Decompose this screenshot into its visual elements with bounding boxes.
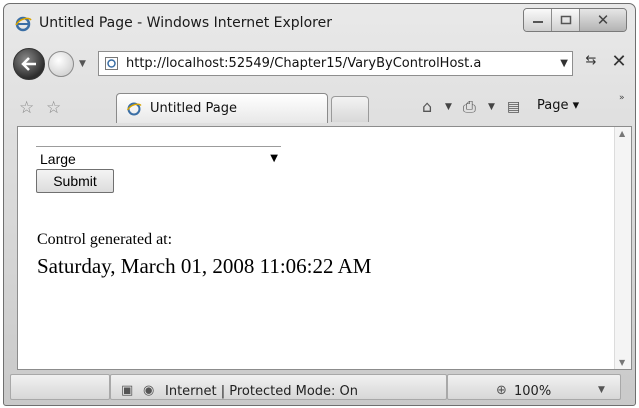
print-icon[interactable]: ⎙: [463, 97, 476, 117]
scroll-down-icon[interactable]: ▼: [619, 358, 625, 367]
maximize-button[interactable]: [552, 9, 580, 31]
caption-buttons: ✕: [523, 8, 627, 32]
page-content: Large ▼ Submit Control generated at: Sat…: [17, 126, 632, 370]
page-icon: ▤: [507, 99, 521, 115]
minimize-icon: [532, 21, 543, 23]
ie-logo-icon: [15, 16, 32, 32]
back-button[interactable]: [13, 48, 45, 80]
tab-label: Untitled Page: [150, 101, 238, 116]
stop-icon[interactable]: ✕: [608, 51, 630, 75]
address-dropdown-icon[interactable]: ▼: [560, 58, 568, 69]
generated-label: Control generated at:: [37, 231, 173, 248]
size-select-value: Large: [40, 151, 76, 167]
recent-pages-dropdown-icon[interactable]: ▼: [79, 59, 86, 69]
generated-timestamp: Saturday, March 01, 2008 11:06:22 AM: [37, 254, 372, 278]
forward-icon[interactable]: [48, 51, 74, 77]
status-bar: ▣ ◉ Internet | Protected Mode: On ⊕ 100%…: [4, 371, 635, 405]
close-button[interactable]: ✕: [580, 9, 626, 31]
chevron-down-icon[interactable]: ▼: [270, 153, 278, 164]
back-icon: [21, 57, 36, 71]
globe-icon: ◉: [143, 383, 155, 398]
add-favorites-icon[interactable]: ☆: [46, 98, 61, 118]
window-title: Untitled Page - Windows Internet Explore…: [39, 15, 332, 31]
security-report-icon: ▣: [121, 383, 134, 398]
toolbar-overflow-icon[interactable]: »: [619, 93, 625, 103]
new-tab-button[interactable]: [331, 96, 369, 122]
zoom-icon: ⊕: [496, 383, 507, 398]
address-url: http://localhost:52549/Chapter15/VaryByC…: [126, 56, 482, 71]
security-zone: Internet | Protected Mode: On: [165, 384, 359, 399]
tab-ie-icon: [126, 102, 142, 116]
close-icon: ✕: [596, 11, 610, 29]
navigation-bar: ▼ http://localhost:52549/Chapter15/VaryB…: [4, 44, 635, 84]
status-zoom-segment[interactable]: ⊕ 100% ▼: [447, 374, 621, 400]
vertical-scrollbar[interactable]: ▲ ▼: [614, 127, 631, 369]
tab-untitled-page[interactable]: Untitled Page: [116, 93, 328, 123]
page-menu-label: Page: [537, 98, 569, 113]
print-dropdown-icon[interactable]: ▼: [488, 102, 495, 112]
home-dropdown-icon[interactable]: ▼: [445, 102, 452, 112]
browser-window: Untitled Page - Windows Internet Explore…: [3, 3, 636, 406]
title-bar: Untitled Page - Windows Internet Explore…: [4, 4, 635, 42]
page-favicon: [105, 57, 118, 70]
submit-button[interactable]: Submit: [36, 169, 114, 193]
favorites-star-icon[interactable]: ☆: [19, 98, 34, 118]
page-menu[interactable]: Page ▾: [537, 98, 579, 113]
zoom-level: 100%: [514, 384, 552, 399]
address-bar[interactable]: http://localhost:52549/Chapter15/VaryByC…: [98, 51, 573, 76]
zoom-dropdown-icon[interactable]: ▼: [598, 385, 605, 395]
minimize-button[interactable]: [524, 9, 552, 31]
maximize-icon: [560, 15, 571, 25]
command-bar: ☆ ☆ Untitled Page ⌂ ▼ ⎙ ▼ ▤ Page ▾ »: [4, 90, 635, 124]
scroll-up-icon[interactable]: ▲: [619, 129, 625, 138]
status-left-segment: [10, 374, 110, 400]
status-zone-segment[interactable]: ▣ ◉ Internet | Protected Mode: On: [110, 374, 447, 400]
size-select[interactable]: Large ▼: [36, 146, 281, 168]
home-icon[interactable]: ⌂: [422, 97, 432, 116]
refresh-icon[interactable]: ⇆: [579, 53, 603, 75]
